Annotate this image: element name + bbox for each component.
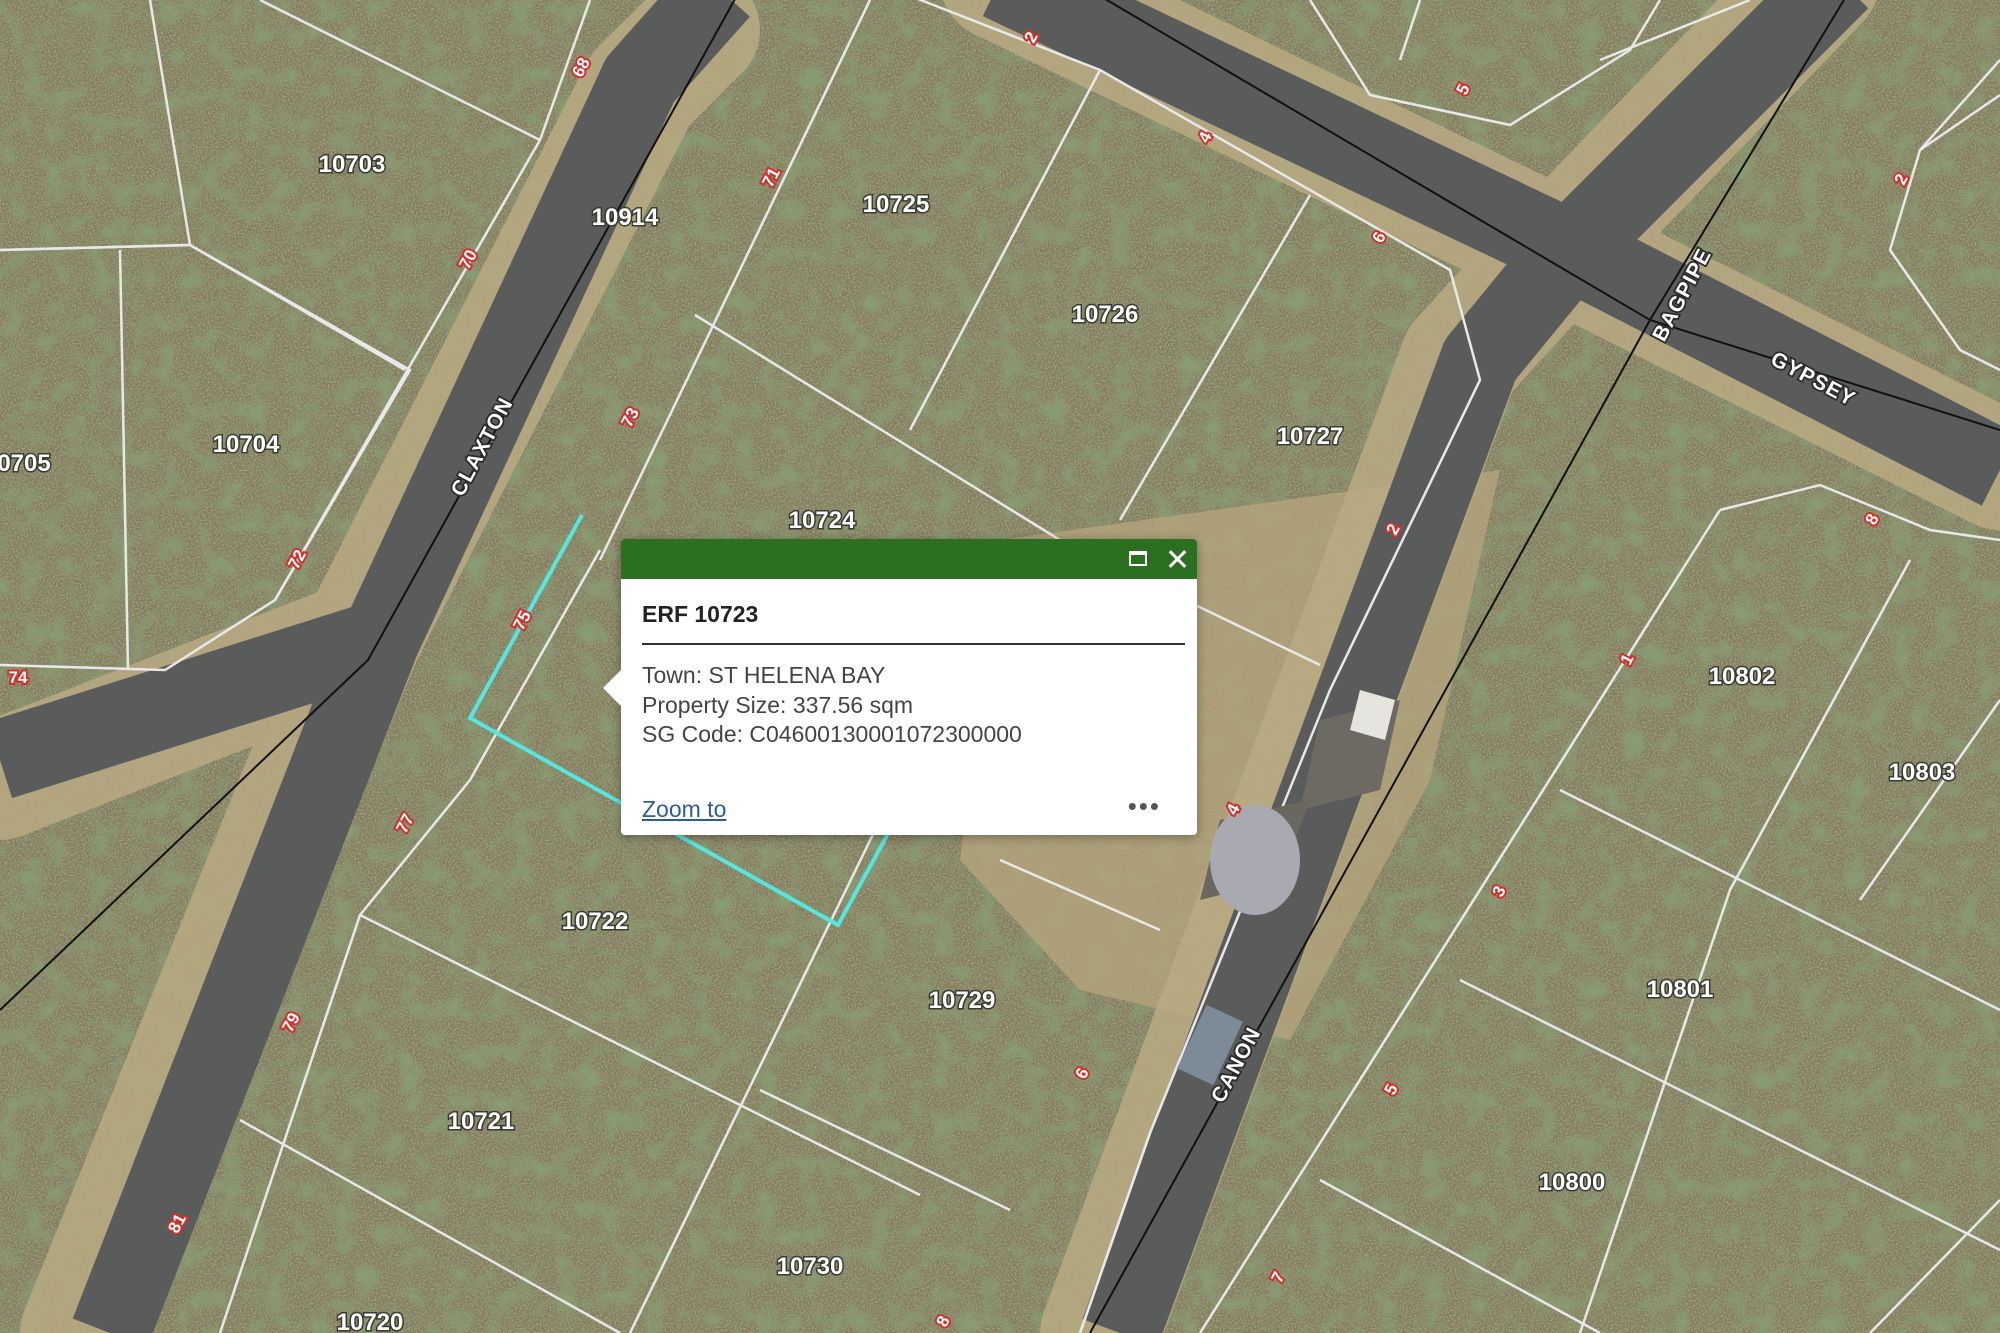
house-number: 74 xyxy=(9,668,28,687)
erf-label: 10730 xyxy=(777,1253,844,1280)
erf-label: 10725 xyxy=(863,191,930,218)
attribute-town: Town: ST HELENA BAY xyxy=(642,662,886,688)
erf-label: 10727 xyxy=(1277,423,1344,450)
erf-label: 10729 xyxy=(929,987,996,1014)
attribute-sg-code: SG Code: C04600130001072300000 xyxy=(642,721,1022,747)
popup-title: ERF 10723 xyxy=(642,601,759,627)
erf-label: 10703 xyxy=(319,151,386,178)
erf-label: 10724 xyxy=(789,507,856,534)
attribute-property-size: Property Size: 337.56 sqm xyxy=(642,691,914,718)
feature-popup: ERF 10723 Town: ST HELENA BAY Property S… xyxy=(603,539,1197,835)
erf-label: 10802 xyxy=(1709,663,1776,690)
erf-label: 10722 xyxy=(562,908,629,935)
maximize-icon[interactable] xyxy=(1125,545,1153,573)
erf-label: 10800 xyxy=(1539,1169,1606,1196)
zoom-to-link[interactable]: Zoom to xyxy=(642,796,726,823)
erf-label: 10914 xyxy=(592,204,659,231)
erf-label: 10801 xyxy=(1647,976,1714,1003)
popup-header xyxy=(621,539,1197,579)
more-options-icon[interactable]: ••• xyxy=(1128,793,1161,819)
popup-divider xyxy=(642,643,1185,645)
erf-label: 10721 xyxy=(448,1108,515,1135)
erf-label: 10726 xyxy=(1072,301,1139,328)
erf-label: 0705 xyxy=(0,450,51,477)
close-icon[interactable] xyxy=(1163,545,1191,573)
popup-attributes: Town: ST HELENA BAY Property Size: 337.5… xyxy=(642,661,1022,750)
popup-pointer xyxy=(603,670,621,706)
erf-label: 10704 xyxy=(213,431,280,458)
erf-label: 10803 xyxy=(1889,759,1956,786)
erf-label: 10720 xyxy=(337,1309,404,1333)
